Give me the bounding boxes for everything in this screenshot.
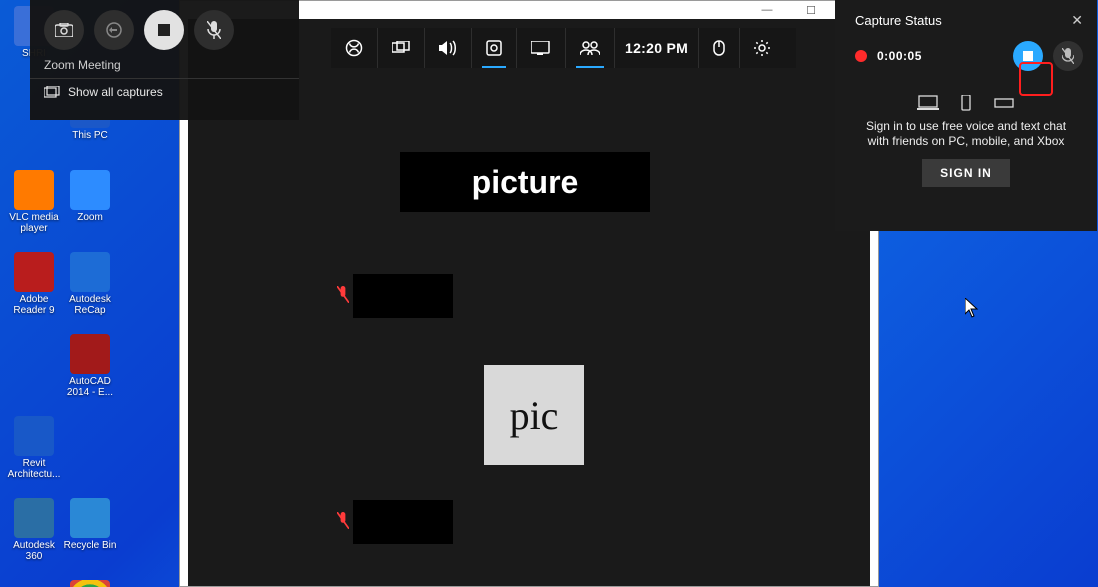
show-all-captures-link[interactable]: Show all captures [30,79,299,99]
mic-toggle-button[interactable] [194,10,234,50]
show-all-captures-label: Show all captures [68,85,163,99]
participant-thumbnail-self[interactable]: pic [484,365,584,465]
performance-button[interactable] [517,28,566,68]
windows-desktop: SHRI This PC VLC media player Zoom Adobe… [0,0,1098,587]
close-icon[interactable]: ✕ [1071,12,1083,29]
stop-recording-button[interactable] [1013,41,1043,71]
stop-record-button[interactable] [144,10,184,50]
mouse-button[interactable] [698,28,740,68]
capture-source-title: Zoom Meeting [30,54,299,78]
mic-muted-icon [337,286,349,300]
capture-widget: Zoom Meeting Show all captures [30,0,299,120]
video-tile-label: picture [400,152,650,212]
mic-muted-icon [337,512,349,526]
mouse-cursor-icon [965,298,979,318]
desktop-icon-vlc[interactable]: VLC media player [6,170,62,248]
desktop-icon-chrome[interactable]: Google Chrome [62,580,118,587]
desktop-icon-recap[interactable]: Autodesk ReCap [62,252,118,330]
settings-button[interactable] [740,28,784,68]
xbox-gamebar: 12:20 PM [331,28,796,68]
recording-elapsed: 0:00:05 [877,49,1003,63]
phone-icon [955,95,977,111]
xbox-button[interactable] [331,28,378,68]
devices-icon-row [853,95,1079,111]
capture-button[interactable] [472,28,517,68]
minimize-button[interactable]: — [750,3,784,17]
desktop-icon-revit[interactable]: Revit Architectu... [6,416,62,494]
gamebar-clock: 12:20 PM [615,28,698,68]
participant-thumbnail[interactable] [353,274,453,318]
capture-status-title: Capture Status [855,13,942,28]
desktop-icon-autodesk360[interactable]: Autodesk 360 [6,498,62,576]
desktop-icon-zoom[interactable]: Zoom [62,170,118,248]
participant-thumbnail[interactable] [353,500,453,544]
maximize-button[interactable]: ☐ [794,3,828,17]
desktop-icon-recycle[interactable]: Recycle Bin [62,498,118,576]
signin-button[interactable]: SIGN IN [922,159,1010,187]
desktop-icon-adobe[interactable]: Adobe Reader 9 [6,252,62,330]
desktop-icon-autocad[interactable]: AutoCAD 2014 - E... [62,334,118,412]
recording-indicator-icon [855,50,867,62]
widgets-button[interactable] [378,28,425,68]
laptop-icon [917,95,939,111]
record-last-button[interactable] [94,10,134,50]
screenshot-button[interactable] [44,10,84,50]
audio-button[interactable] [425,28,472,68]
mic-toggle-button[interactable] [1053,41,1083,71]
console-icon [993,95,1015,111]
signin-text: Sign in to use free voice and text chat … [853,119,1079,149]
capture-status-widget: Capture Status ✕ 0:00:05 Sign in to use … [835,0,1097,231]
xbox-social-button[interactable] [566,28,615,68]
